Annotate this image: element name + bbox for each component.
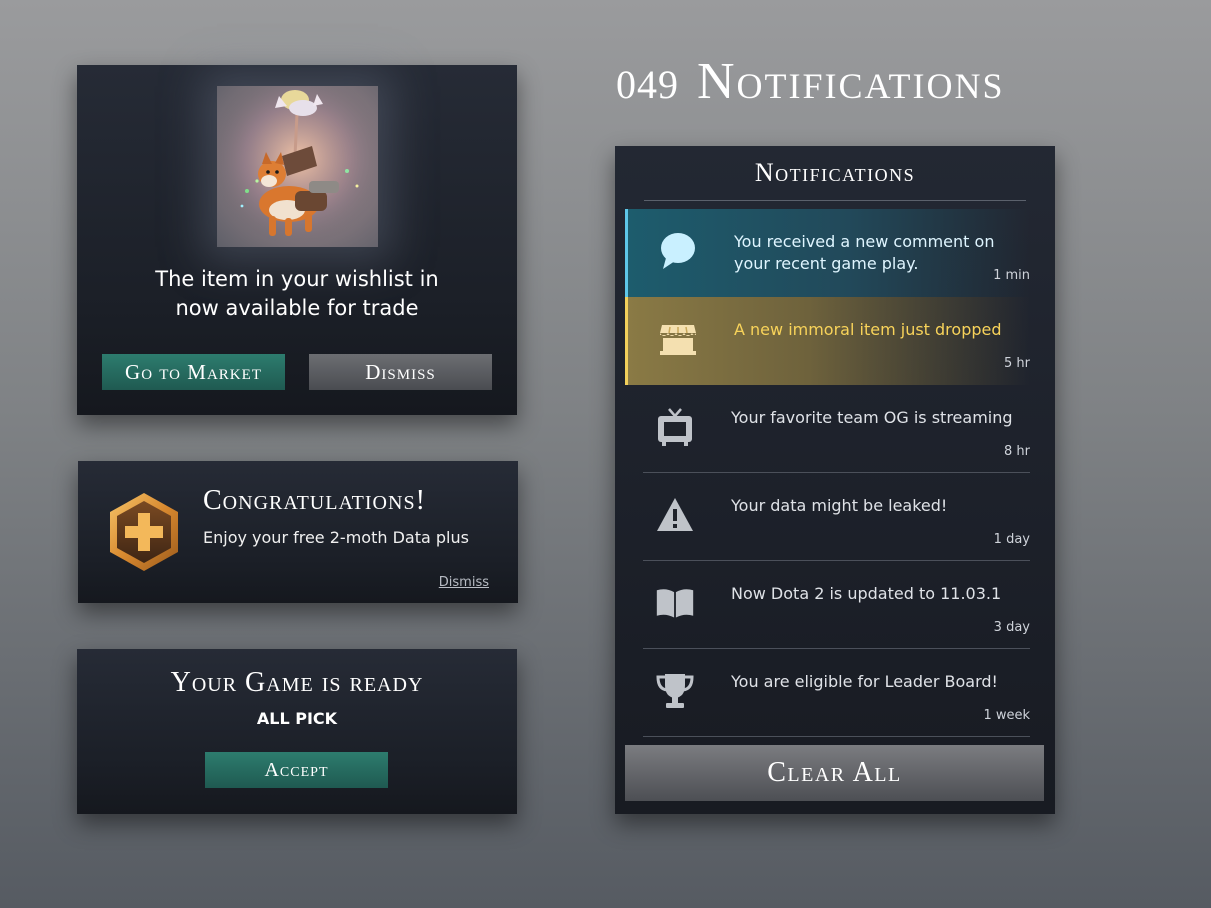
- congratulations-title: Congratulations!: [203, 485, 426, 516]
- notification-message: Your data might be leaked!: [731, 496, 948, 515]
- game-ready-card: Your Game is ready ALL PICK Accept: [77, 649, 517, 814]
- page-number: 049: [616, 62, 679, 107]
- shop-icon: [660, 325, 696, 355]
- warning-icon: [657, 498, 693, 531]
- notification-message: Your favorite team OG is streaming: [731, 408, 1013, 427]
- game-mode-label: ALL PICK: [256, 709, 338, 728]
- panel-divider: [644, 200, 1026, 201]
- notification-item[interactable]: Your favorite team OG is streaming 8 hr: [625, 385, 1030, 473]
- notification-time: 1 day: [993, 532, 1030, 547]
- corgi-item-image: [217, 86, 378, 247]
- notification-time: 1 min: [993, 268, 1030, 283]
- page-heading: 049 Notifications: [616, 52, 1005, 111]
- notification-time: 1 week: [983, 708, 1030, 723]
- notifications-panel: Notifications You received a new comment…: [615, 146, 1055, 814]
- book-icon: [656, 589, 694, 618]
- clear-all-button[interactable]: Clear All: [625, 745, 1044, 801]
- page-title: Notifications: [697, 53, 1005, 110]
- notification-item[interactable]: You are eligible for Leader Board! 1 wee…: [625, 649, 1030, 737]
- wishlist-message: The item in your wishlist in now availab…: [155, 267, 439, 320]
- congratulations-card: Congratulations! Enjoy your free 2-moth …: [78, 461, 518, 603]
- notification-message: You received a new comment on your recen…: [734, 232, 995, 273]
- notification-time: 8 hr: [1004, 444, 1030, 459]
- notification-item[interactable]: You received a new comment on your recen…: [625, 209, 1030, 297]
- trophy-icon: [656, 674, 694, 708]
- wishlist-notification-card: The item in your wishlist in now availab…: [77, 65, 517, 415]
- dismiss-button[interactable]: Dismiss: [309, 354, 492, 390]
- item-thumbnail: [217, 86, 378, 247]
- congratulations-dismiss-link[interactable]: Dismiss: [439, 575, 489, 590]
- notification-time: 3 day: [993, 620, 1030, 635]
- notification-item[interactable]: Your data might be leaked! 1 day: [625, 473, 1030, 561]
- plus-badge-icon: [110, 493, 178, 571]
- notification-message: A new immoral item just dropped: [734, 320, 1002, 339]
- notification-message: You are eligible for Leader Board!: [731, 672, 998, 691]
- notification-divider: [643, 736, 1030, 737]
- congratulations-message: Enjoy your free 2-moth Data plus: [203, 528, 469, 547]
- chat-bubble-icon: [661, 233, 695, 269]
- game-ready-title: Your Game is ready: [170, 667, 424, 698]
- notification-time: 5 hr: [1004, 356, 1030, 371]
- panel-title: Notifications: [754, 158, 916, 187]
- notification-message: Now Dota 2 is updated to 11.03.1: [731, 584, 1002, 603]
- tv-icon: [658, 408, 692, 446]
- notification-item[interactable]: Now Dota 2 is updated to 11.03.1 3 day: [625, 561, 1030, 649]
- go-to-market-button[interactable]: Go to Market: [102, 354, 285, 390]
- accept-button[interactable]: Accept: [205, 752, 388, 788]
- notification-item[interactable]: A new immoral item just dropped 5 hr: [625, 297, 1030, 385]
